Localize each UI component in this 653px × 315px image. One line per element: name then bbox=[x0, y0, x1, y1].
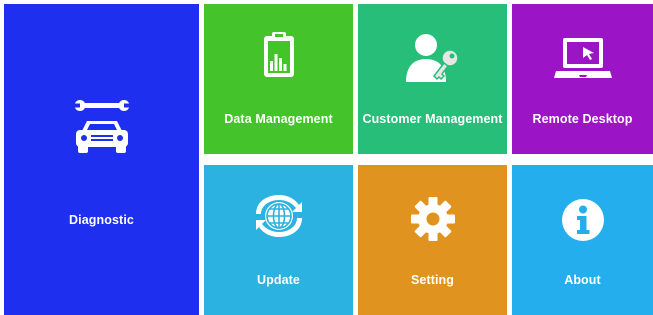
remote-desktop-tile[interactable]: Remote Desktop bbox=[512, 4, 653, 154]
update-label: Update bbox=[257, 273, 300, 287]
setting-tile[interactable]: Setting bbox=[358, 165, 507, 315]
info-icon bbox=[561, 199, 604, 241]
customer-management-tile[interactable]: Customer Management bbox=[358, 4, 507, 154]
remote-desktop-label: Remote Desktop bbox=[532, 112, 633, 126]
diagnostic-tile[interactable]: Diagnostic bbox=[4, 4, 199, 315]
car-wrench-icon bbox=[73, 100, 130, 153]
laptop-cursor-icon bbox=[553, 38, 612, 78]
data-management-tile[interactable]: Data Management bbox=[204, 4, 353, 154]
about-tile[interactable]: About bbox=[512, 165, 653, 315]
diagnostic-label: Diagnostic bbox=[69, 213, 134, 227]
user-key-icon bbox=[405, 34, 459, 82]
update-tile[interactable]: Update bbox=[204, 165, 353, 315]
customer-management-label: Customer Management bbox=[362, 112, 503, 126]
globe-refresh-icon bbox=[255, 195, 302, 237]
about-label: About bbox=[564, 273, 601, 287]
clipboard-chart-icon bbox=[263, 32, 294, 77]
data-management-label: Data Management bbox=[224, 112, 333, 126]
setting-label: Setting bbox=[410, 273, 455, 287]
gear-icon bbox=[410, 197, 455, 241]
